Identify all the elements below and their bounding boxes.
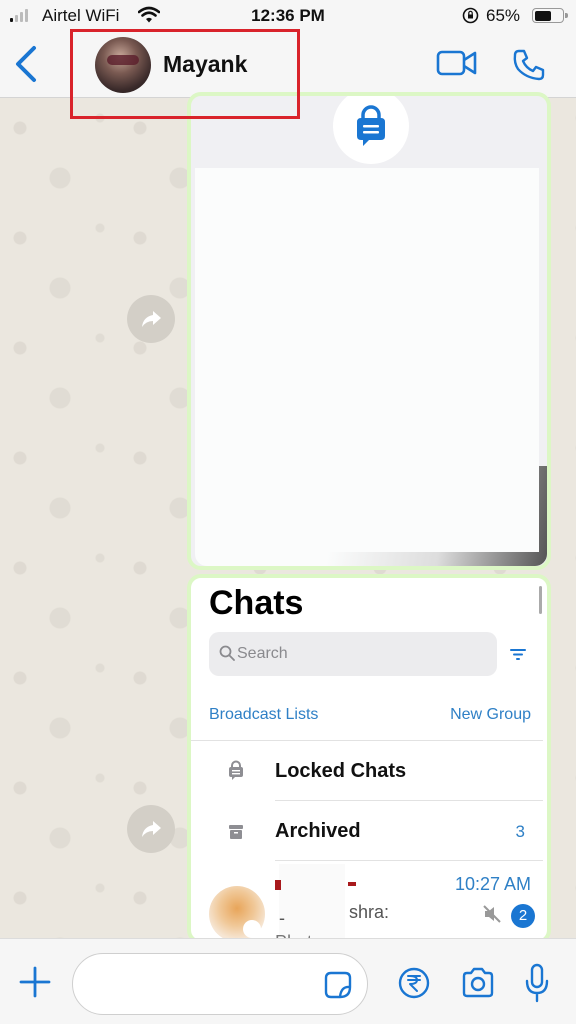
disappearing-timer-icon [243,920,261,938]
image-message[interactable]: Chats Broadcast Lists New Group Locked C… [187,574,551,944]
scrollbar [539,586,542,614]
filter-icon [510,649,526,660]
forward-button[interactable] [127,805,175,853]
battery-percent: 65% [486,6,521,25]
muted-icon [483,905,501,923]
camera-icon[interactable] [460,967,496,999]
battery-icon [532,8,568,23]
divider [275,800,543,801]
search-input [237,642,487,666]
phone-icon[interactable] [512,48,546,82]
video-camera-icon[interactable] [436,48,478,78]
search-bar [209,632,497,676]
archived-count: 3 [515,822,525,841]
contact-avatar[interactable] [95,37,151,93]
contact-name[interactable]: Mayank [163,51,247,78]
plus-icon[interactable] [18,965,52,999]
divider [191,740,543,741]
chats-title: Chats [209,584,304,622]
unread-badge: 2 [511,904,535,928]
archive-icon [229,825,243,839]
rupee-icon[interactable] [398,967,430,999]
forward-arrow-icon [142,311,161,327]
message-input[interactable] [93,970,313,1000]
message-input-bar [0,938,576,1024]
chat-time: 10:27 AM [454,874,531,894]
lock-chat-icon [229,760,243,780]
chat-sender: shra: [349,902,390,922]
microphone-icon[interactable] [524,963,550,1003]
image-content [195,168,539,552]
search-icon [219,645,235,661]
chat-sender-prefix: - [279,908,285,928]
new-group-link: New Group [450,706,531,723]
rotation-lock-icon [462,7,479,24]
lock-chat-icon [357,105,385,146]
image-message[interactable] [187,92,551,570]
forward-arrow-icon [142,821,161,837]
locked-chats-label: Locked Chats [275,760,407,782]
back-chevron-icon[interactable] [12,44,42,84]
sticker-icon[interactable] [323,970,353,1000]
forward-button[interactable] [127,295,175,343]
divider [275,860,543,861]
clock: 12:36 PM [251,6,325,25]
chat-header: Mayank [0,29,576,119]
status-bar: Airtel WiFi 12:36 PM 65% [0,0,576,32]
broadcast-lists-link: Broadcast Lists [209,706,319,723]
archived-label: Archived [275,820,361,842]
message-field[interactable] [72,953,368,1015]
